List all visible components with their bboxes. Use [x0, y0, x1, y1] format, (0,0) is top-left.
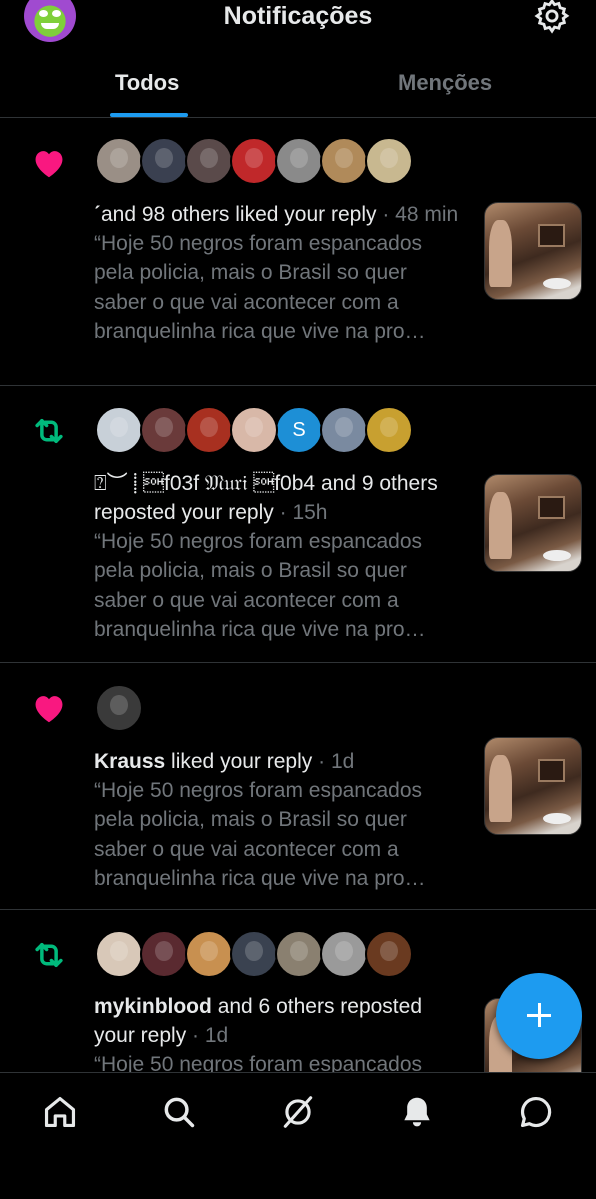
timestamp: 1d — [330, 750, 355, 773]
avatar[interactable] — [275, 930, 323, 978]
notification-text: ˊand 98 others liked your reply · 48 min… — [94, 200, 464, 346]
avatar[interactable] — [95, 930, 143, 978]
active-tab-indicator — [110, 113, 188, 117]
search-icon[interactable] — [160, 1093, 198, 1131]
avatar[interactable] — [140, 406, 188, 454]
avatar[interactable] — [275, 137, 323, 185]
avatar[interactable] — [320, 406, 368, 454]
avatar[interactable] — [95, 137, 143, 185]
bell-icon[interactable] — [398, 1093, 436, 1131]
notification-item[interactable]: S ⍰︶ ⸽ f03f 𝔐𝔲𝔯𝔦 f0b4 and 9 others rep… — [0, 386, 596, 663]
reply-snippet: “Hoje 50 negros foram espancados pela po… — [94, 232, 426, 343]
media-thumbnail[interactable] — [484, 474, 582, 572]
avatar[interactable]: S — [275, 406, 323, 454]
tab-mentions[interactable]: Menções — [398, 70, 492, 96]
avatar[interactable] — [95, 684, 143, 732]
messages-icon[interactable] — [517, 1093, 555, 1131]
avatar[interactable] — [320, 137, 368, 185]
timestamp: 1d — [204, 1024, 229, 1047]
avatar[interactable] — [185, 406, 233, 454]
notification-text: ⍰︶ ⸽ f03f 𝔐𝔲𝔯𝔦 f0b4 and 9 others repos… — [94, 469, 464, 644]
timestamp: 15h — [292, 501, 328, 524]
avatar-stack: S — [95, 406, 413, 454]
avatar[interactable] — [140, 930, 188, 978]
avatar[interactable] — [365, 137, 413, 185]
notification-item[interactable]: Krauss liked your reply · 1d “Hoje 50 ne… — [0, 663, 596, 910]
heart-icon — [35, 696, 63, 723]
actor-name[interactable]: ˊ — [94, 203, 101, 226]
avatar-stack — [95, 684, 143, 732]
gear-icon[interactable] — [533, 0, 571, 35]
notification-text: mykinblood and 6 others reposted your re… — [94, 992, 464, 1072]
reply-snippet: “Hoje 50 negros foram espancados — [94, 1053, 423, 1072]
notification-text: Krauss liked your reply · 1d “Hoje 50 ne… — [94, 747, 464, 893]
actor-name[interactable]: mykinblood — [94, 995, 212, 1018]
avatar[interactable] — [185, 137, 233, 185]
avatar[interactable] — [365, 930, 413, 978]
avatar[interactable] — [320, 930, 368, 978]
avatar[interactable] — [365, 406, 413, 454]
grok-icon[interactable] — [279, 1093, 317, 1131]
notification-action: and 98 others liked your reply — [101, 203, 377, 226]
heart-icon — [35, 151, 63, 178]
bottom-nav — [0, 1072, 596, 1199]
actor-name[interactable]: Krauss — [94, 750, 165, 773]
home-icon[interactable] — [41, 1093, 79, 1131]
tab-all[interactable]: Todos — [115, 70, 179, 96]
timestamp: 48 min — [395, 203, 459, 226]
repost-icon — [35, 418, 63, 444]
avatar[interactable] — [230, 930, 278, 978]
avatar[interactable] — [230, 406, 278, 454]
avatar[interactable] — [185, 930, 233, 978]
repost-icon — [35, 942, 63, 968]
media-thumbnail[interactable] — [484, 202, 582, 300]
notification-item[interactable]: ˊand 98 others liked your reply · 48 min… — [0, 118, 596, 386]
media-thumbnail[interactable] — [484, 737, 582, 835]
avatar[interactable] — [95, 406, 143, 454]
reply-snippet: “Hoje 50 negros foram espancados pela po… — [94, 779, 426, 890]
actor-name[interactable]: ⍰︶ ⸽ f03f 𝔐𝔲𝔯𝔦 f0b4 — [94, 472, 315, 495]
reply-snippet: “Hoje 50 negros foram espancados pela po… — [94, 530, 426, 641]
notification-action: liked your reply — [171, 750, 313, 773]
compose-button[interactable] — [496, 973, 582, 1059]
avatar-stack — [95, 137, 413, 185]
avatar[interactable] — [230, 137, 278, 185]
page-title: Notificações — [223, 2, 373, 30]
avatar[interactable] — [140, 137, 188, 185]
top-bar: Notificações Todos Menções — [0, 0, 596, 118]
avatar-stack — [95, 930, 413, 978]
